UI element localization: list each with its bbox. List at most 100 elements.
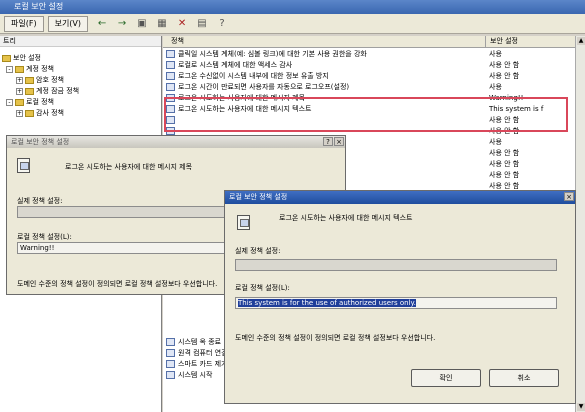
tree-item-label: 로컬 정책: [26, 98, 54, 106]
tree-item-audit-policy[interactable]: + 감사 정책: [0, 108, 161, 119]
setting-cell: 사용 안 함: [489, 60, 520, 69]
tree-item-security-settings[interactable]: 보안 설정: [0, 53, 161, 64]
policy-name: 원격 컴퓨터 연결: [178, 348, 228, 357]
expand-icon[interactable]: +: [16, 77, 23, 84]
tree-item-label: 계정 정책: [26, 65, 54, 73]
tree-item-label: 계정 잠금 정책: [36, 87, 80, 95]
tree-header: 트리: [0, 36, 161, 47]
local-setting-input[interactable]: This system is for the use of authorized…: [235, 297, 557, 309]
policy-name: 로그온 시간이 만료되면 사용자를 자동으로 로그오프(설정): [178, 82, 350, 91]
view-icon[interactable]: ▦: [155, 17, 169, 31]
setting-cell: 사용: [489, 49, 502, 58]
column-setting[interactable]: 보안 설정: [485, 36, 575, 47]
local-setting-label: 로컬 정책 설정(L):: [235, 284, 290, 292]
close-icon[interactable]: ×: [564, 192, 574, 201]
dialog-titlebar: 로컬 보안 정책 설정 ×: [225, 191, 575, 204]
tree-item-password-policy[interactable]: + 암호 정책: [0, 75, 161, 86]
policy-icon: [166, 359, 175, 368]
setting-cell: 사용 안 함: [489, 148, 520, 157]
policy-name: 시스템 옥 종료: [178, 337, 222, 346]
policy-icon: [166, 49, 175, 58]
tree-item-account-policy[interactable]: - 계정 정책: [0, 64, 161, 75]
dialog-heading: 로그온 시도하는 사용자에 대한 메시지 텍스트: [279, 214, 413, 222]
cancel-button[interactable]: 취소: [489, 369, 559, 387]
setting-cell: 사용 안 함: [489, 170, 520, 179]
folder-icon: [15, 99, 24, 106]
help-icon[interactable]: ?: [215, 17, 229, 31]
policy-cell: 클릭일 시스템 계체(예: 심볼 링크)에 대한 기본 사용 권한을 강화: [163, 49, 485, 59]
policy-name: 스마트 카드 제거: [178, 359, 228, 368]
up-icon[interactable]: ▣: [135, 17, 149, 31]
menu-view[interactable]: 보기(V): [47, 15, 89, 32]
policy-icon: [166, 370, 175, 379]
column-policy[interactable]: 정책: [163, 36, 485, 47]
setting-cell: 사용 안 함: [489, 159, 520, 168]
table-row[interactable]: 클릭일 시스템 계체(예: 심볼 링크)에 대한 기본 사용 권한을 강화 사용: [163, 48, 575, 59]
folder-icon: [25, 88, 34, 95]
ok-button[interactable]: 확인: [411, 369, 481, 387]
dialog-note: 도메인 수준의 정책 설정이 정의되면 로컬 정책 설정보다 우선합니다.: [235, 334, 436, 342]
list-header: 정책 보안 설정: [163, 36, 575, 48]
help-icon[interactable]: ?: [323, 137, 333, 146]
policy-icon: [237, 215, 250, 230]
policy-icon: [166, 82, 175, 91]
tree-item-label: 암호 정책: [36, 76, 64, 84]
scroll-up-icon[interactable]: ▲: [577, 37, 585, 45]
expand-icon[interactable]: +: [16, 88, 23, 95]
table-row[interactable]: 로그온 시간이 만료되면 사용자를 자동으로 로그오프(설정) 사용: [163, 81, 575, 92]
policy-icon: [17, 158, 30, 173]
effective-setting-field: [235, 259, 557, 271]
local-setting-input[interactable]: Warning!!: [17, 242, 227, 254]
tree-item-label: 보안 설정: [13, 54, 41, 62]
policy-cell: 로컬로 시스템 계체에 대한 액세스 감사: [163, 60, 485, 70]
setting-cell: 사용 안 함: [489, 71, 520, 80]
tree-item-local-policy[interactable]: - 로컬 정책: [0, 97, 161, 108]
policy-icon: [166, 60, 175, 69]
setting-cell: 사용: [489, 82, 502, 91]
setting-cell: 사용 안 함: [489, 181, 520, 190]
table-row[interactable]: 로그온 수신없이 시스템 내부에 대한 정보 유출 방지 사용 안 함: [163, 70, 575, 81]
policy-icon: [166, 71, 175, 80]
back-icon[interactable]: ←: [95, 17, 109, 31]
menu-file[interactable]: 파일(F): [4, 15, 44, 32]
policy-cell: 로그온 수신없이 시스템 내부에 대한 정보 유출 방지: [163, 71, 485, 81]
properties-icon[interactable]: ▤: [195, 17, 209, 31]
effective-setting-label: 실제 정책 설정:: [235, 247, 281, 255]
policy-name: 클릭일 시스템 계체(예: 심볼 링크)에 대한 기본 사용 권한을 강화: [178, 49, 367, 58]
dialog-title: 로컬 보안 정책 설정: [11, 138, 70, 146]
dialog-note: 도메인 수준의 정책 설정이 정의되면 로컬 정책 설정보다 우선합니다.: [17, 280, 218, 288]
policy-name: 로컬로 시스템 계체에 대한 액세스 감사: [178, 60, 293, 69]
delete-icon[interactable]: ✕: [175, 17, 189, 31]
effective-setting-label: 실제 정책 설정:: [17, 197, 63, 205]
menu-bar: 파일(F) 보기(V) ← → ▣ ▦ ✕ ▤ ?: [0, 14, 585, 34]
policy-name: 시스템 시작: [178, 370, 213, 379]
folder-icon: [25, 77, 34, 84]
table-row[interactable]: 로컬로 시스템 계체에 대한 액세스 감사 사용 안 함: [163, 59, 575, 70]
dialog-message-text: 로컬 보안 정책 설정 × 로그온 시도하는 사용자에 대한 메시지 텍스트 실…: [224, 190, 576, 404]
selected-text: This system is for the use of authorized…: [238, 299, 416, 307]
local-setting-label: 로컬 정책 설정(L):: [17, 233, 72, 241]
tree-item-label: 감사 정책: [36, 109, 64, 117]
window-title: 로컬 보안 설정: [0, 0, 585, 14]
effective-setting-field: [17, 206, 227, 218]
policy-cell: 로그온 시간이 만료되면 사용자를 자동으로 로그오프(설정): [163, 82, 485, 92]
dialog-titlebar: 로컬 보안 정책 설정 ? ×: [7, 136, 345, 148]
security-icon: [2, 55, 11, 62]
scroll-down-icon[interactable]: ▼: [577, 403, 585, 411]
forward-icon[interactable]: →: [115, 17, 129, 31]
dialog-heading: 로그온 시도하는 사용자에 대한 메시지 제목: [65, 163, 193, 171]
folder-icon: [15, 66, 24, 73]
policy-name: 로그온 수신없이 시스템 내부에 대한 정보 유출 방지: [178, 71, 329, 80]
expand-icon[interactable]: +: [16, 110, 23, 117]
policy-icon: [166, 348, 175, 357]
highlight-box: [164, 97, 568, 132]
collapse-icon[interactable]: -: [6, 66, 13, 73]
policy-icon: [166, 337, 175, 346]
dialog-title: 로컬 보안 정책 설정: [229, 193, 288, 201]
setting-cell: 사용: [489, 137, 502, 146]
folder-icon: [25, 110, 34, 117]
tree-item-lockout-policy[interactable]: + 계정 잠금 정책: [0, 86, 161, 97]
vertical-scrollbar[interactable]: ▲ ▼: [575, 36, 585, 412]
close-icon[interactable]: ×: [334, 137, 344, 146]
collapse-icon[interactable]: -: [6, 99, 13, 106]
